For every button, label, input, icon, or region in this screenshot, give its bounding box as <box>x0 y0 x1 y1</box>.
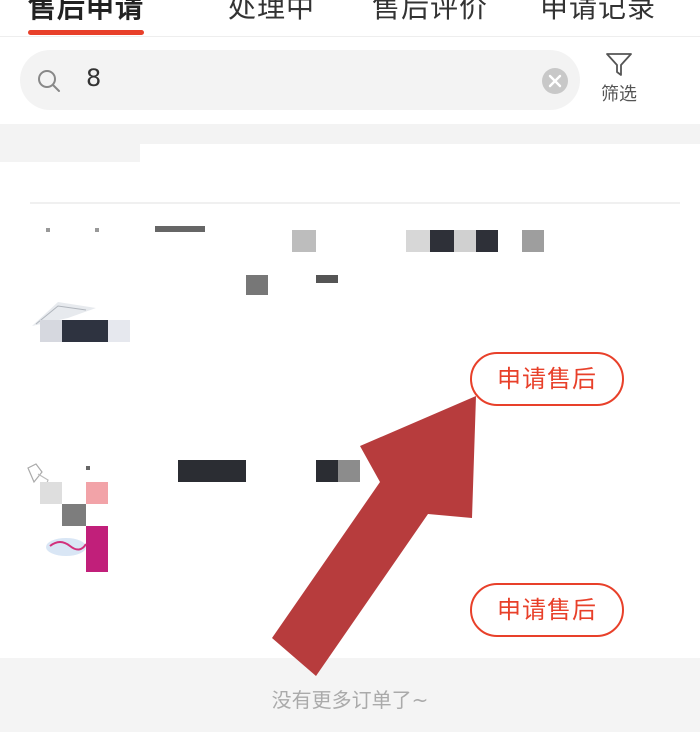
search-icon <box>38 70 60 92</box>
section-gap <box>0 124 700 144</box>
obscured-block <box>316 460 338 482</box>
obscured-block <box>246 275 268 295</box>
obscured-block <box>40 320 62 342</box>
tab-bar: 售后申请 处理中 售后评价 申请记录 <box>0 0 700 36</box>
apply-after-sale-button[interactable]: 申请售后 <box>470 352 624 406</box>
obscured-title <box>178 460 246 482</box>
obscured-block <box>40 482 62 504</box>
search-input[interactable]: 8 <box>20 50 580 110</box>
list-end-footer: 没有更多订单了~ <box>0 658 700 732</box>
obscured-header-text <box>46 228 50 232</box>
obscured-block <box>316 275 338 283</box>
filter-label: 筛选 <box>601 84 637 105</box>
tab-after-sale-review[interactable]: 售后评价 <box>372 0 488 26</box>
card-divider <box>30 202 680 204</box>
obscured-header-text <box>155 226 205 232</box>
obscured-block <box>86 526 108 548</box>
tab-after-sale-apply[interactable]: 售后申请 <box>28 0 144 26</box>
filter-icon <box>606 53 632 76</box>
obscured-block <box>62 504 86 526</box>
obscured-block <box>430 230 454 252</box>
no-more-orders-text: 没有更多订单了~ <box>271 688 429 712</box>
tab-processing[interactable]: 处理中 <box>228 0 315 26</box>
obscured-block <box>86 482 108 504</box>
obscured-block <box>522 230 544 252</box>
obscured-block <box>108 320 130 342</box>
apply-after-sale-button[interactable]: 申请售后 <box>470 583 624 637</box>
search-value: 8 <box>86 64 102 92</box>
obscured-block <box>62 320 108 342</box>
filter-button[interactable]: 筛选 <box>594 52 644 108</box>
obscured-block <box>86 466 90 470</box>
obscured-block <box>476 230 498 252</box>
section-gap-notch <box>0 144 140 162</box>
active-tab-indicator <box>28 30 144 35</box>
tabs-divider <box>0 36 700 37</box>
obscured-block <box>454 230 476 252</box>
tab-apply-records[interactable]: 申请记录 <box>540 0 656 26</box>
obscured-block <box>406 230 430 252</box>
obscured-block <box>338 460 360 482</box>
clear-icon[interactable] <box>541 67 569 95</box>
obscured-block <box>292 230 316 252</box>
product-image <box>46 538 87 556</box>
obscured-block <box>86 548 108 572</box>
obscured-header-text <box>95 228 99 232</box>
